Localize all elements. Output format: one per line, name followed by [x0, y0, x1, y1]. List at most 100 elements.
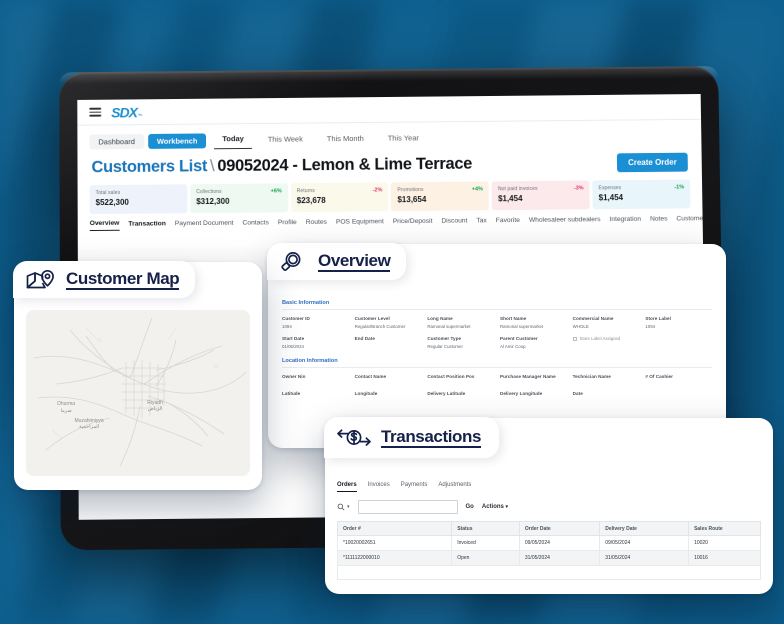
nav-pill-workbench[interactable]: Workbench [147, 132, 207, 149]
tab-routes[interactable]: Routes [306, 219, 327, 229]
kpi-card-returns[interactable]: Returns $23,678 -2% [290, 182, 389, 213]
kpi-card-not-paid-invoices[interactable]: Not paid invoices $1,454 -3% [491, 180, 590, 211]
kpi-card-total-sales[interactable]: Total sales $522,300 [89, 184, 188, 215]
tab-pos-equipment[interactable]: POS Equipment [336, 218, 384, 228]
transactions-toolbar: ▾ Go Actions ▾ [337, 497, 761, 521]
tab-customer-map[interactable]: Customer Map [676, 215, 707, 225]
period-this-month[interactable]: This Month [319, 130, 372, 147]
period-today[interactable]: Today [214, 131, 252, 150]
breadcrumb-customers-list[interactable]: Customers List [91, 157, 207, 176]
field-store-label-assigned[interactable]: Store Label Assigned [572, 336, 640, 349]
col-order-date[interactable]: Order Date [518, 521, 601, 536]
tab-wholesaleer-subdealers[interactable]: Wholesaleer subdealers [529, 216, 601, 227]
field-purchase-manager-name: Purchase Manager Name [500, 374, 567, 382]
create-order-button[interactable]: Create Order [616, 152, 688, 173]
col-sales-route[interactable]: Sales Route [688, 521, 761, 536]
kpi-card-row: Total sales $522,300 Collections $312,30… [78, 175, 703, 215]
field-label: Purchase Manager Name [499, 374, 556, 379]
record-title: 09052024 - Lemon & Lime Terrace [217, 154, 473, 176]
tab-payment-document[interactable]: Payment Document [175, 220, 234, 231]
col-order-number[interactable]: Order # [336, 521, 453, 536]
col-status[interactable]: Status [451, 521, 520, 536]
kpi-value: $522,300 [95, 197, 129, 208]
tab-transaction[interactable]: Transaction [128, 220, 166, 230]
field-contact-position-pos: Contact Position Pos [427, 374, 494, 382]
tx-tab-payments[interactable]: Payments [401, 482, 428, 492]
hamburger-menu-icon[interactable] [89, 107, 102, 117]
kpi-value: $1,454 [598, 193, 624, 203]
map-pin-icon [25, 268, 57, 292]
tx-tab-orders[interactable]: Orders [337, 482, 357, 492]
cell-order-date: 31/05/2024 [518, 550, 601, 566]
section-divider [282, 309, 712, 310]
period-this-year[interactable]: This Year [380, 130, 427, 147]
tab-notes[interactable]: Notes [650, 216, 668, 226]
tab-profile[interactable]: Profile [278, 219, 297, 229]
field-value: 1094 [282, 324, 292, 329]
field-label: Commercial Name [572, 316, 614, 321]
field-value: WHOLE [572, 324, 589, 329]
logo-swoosh-icon: ⌁ [137, 109, 143, 119]
field-label: Owner Nin [282, 374, 306, 379]
field-customer-level: Customer Level Regular/Branch Customer [355, 316, 422, 329]
tab-tax[interactable]: Tax [476, 217, 487, 227]
tx-tab-adjustments[interactable]: Adjustments [438, 482, 471, 492]
tab-contacts[interactable]: Contacts [242, 219, 268, 229]
tab-price-deposit[interactable]: Price/Deposit [393, 218, 433, 228]
field-end-date: End Date [355, 336, 422, 349]
cell-status: Invoiced [451, 535, 520, 551]
col-delivery-date[interactable]: Delivery Date [599, 521, 690, 536]
table-header-row: Order # Status Order Date Delivery Date … [336, 521, 761, 536]
period-this-week[interactable]: This Week [260, 131, 311, 148]
basic-information-row-1: Customer ID 1094 Customer Level Regular/… [282, 316, 712, 329]
table-row[interactable]: *1111122000010 Open 31/05/2024 31/05/202… [336, 550, 761, 566]
map-vector [26, 310, 250, 476]
cell-sales-route: 10016 [688, 550, 761, 566]
kpi-card-collections[interactable]: Collections $312,300 +6% [190, 183, 288, 214]
field-label: Store Label [645, 316, 671, 321]
app-logo-text: SDX [111, 103, 137, 120]
store-label-assigned-checkbox[interactable] [572, 336, 577, 341]
field-latitude: Latitude [282, 391, 349, 399]
tab-favorite[interactable]: Favorite [496, 217, 520, 227]
kpi-delta: -3% [573, 185, 584, 192]
field-value: Regular/Branch Customer [354, 324, 406, 329]
kpi-value: $312,300 [196, 196, 230, 207]
field-long-name: Long Name Ramonal supermarket [427, 316, 494, 329]
field-delivery-longitude: Delivery Longitude [500, 391, 567, 399]
cell-order-number: *10020002651 [336, 535, 453, 551]
overview-panel-title: Overview [318, 251, 391, 273]
map-canvas[interactable]: Riyadh الرياض Dhurma ضرما Muzahimiyya ال… [26, 310, 250, 476]
kpi-card-expenses[interactable]: Expenses $1,454 -1% [592, 179, 691, 210]
tab-overview[interactable]: Overview [89, 219, 120, 232]
table-row[interactable]: *10020002651 Invoiced 09/05/2024 09/05/2… [336, 535, 761, 551]
tx-tab-invoices[interactable]: Invoices [368, 482, 390, 492]
search-icon [337, 503, 345, 511]
field-value: Ramonal supermarket [427, 324, 471, 329]
chevron-down-icon: ▾ [505, 504, 509, 510]
field-label: End Date [354, 336, 375, 341]
section-divider [282, 367, 712, 368]
kpi-card-promotions[interactable]: Promotions $13,654 +4% [391, 181, 490, 212]
field-contact-name: Contact Name [355, 374, 422, 382]
transactions-search-input[interactable] [357, 500, 458, 514]
field-label: Parent Customer [499, 336, 538, 341]
nav-pill-dashboard[interactable]: Dashboard [89, 133, 144, 149]
location-information-row-1: Owner Nin Contact Name Contact Position … [282, 374, 712, 382]
tab-discount[interactable]: Discount [441, 217, 467, 227]
field-label: Delivery Longitude [499, 391, 543, 396]
go-button[interactable]: Go [466, 504, 474, 510]
transactions-orders-table: Order # Status Order Date Delivery Date … [336, 521, 761, 566]
field-label: Date [572, 391, 583, 396]
search-dropdown-toggle[interactable]: ▾ [337, 503, 350, 511]
field-label: Contact Position Pos [427, 374, 475, 379]
actions-menu-button[interactable]: Actions ▾ [482, 504, 508, 510]
map-label-riyadh: Riyadh الرياض [147, 399, 163, 412]
kpi-delta: +4% [471, 186, 484, 193]
app-logo[interactable]: SDX ⌁ [111, 104, 143, 120]
field-label: Customer ID [282, 316, 310, 321]
kpi-delta: -1% [674, 184, 685, 191]
tab-integration[interactable]: Integration [609, 216, 641, 226]
field-value: Al Amir Coop [499, 344, 526, 349]
transactions-tab-bar: Orders Invoices Payments Adjustments [337, 478, 761, 497]
